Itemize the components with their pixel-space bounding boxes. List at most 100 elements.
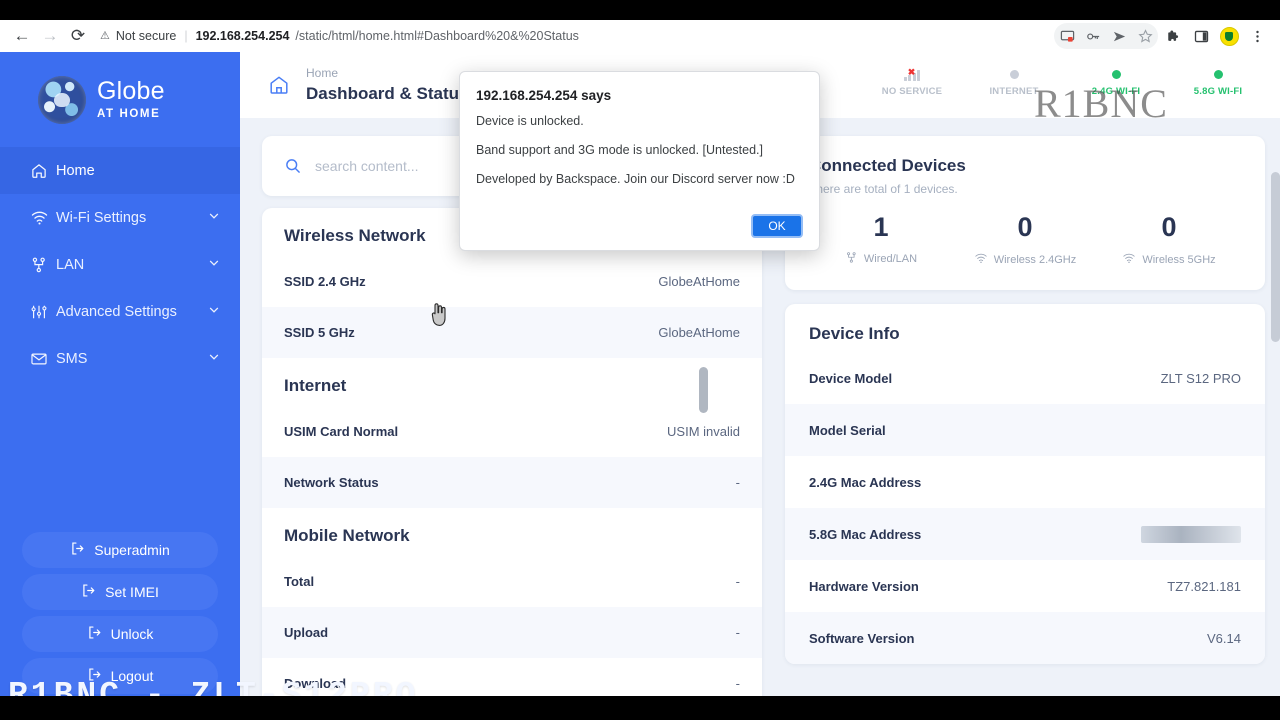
status-label: 2.4G WI-FI (1091, 86, 1141, 97)
brand-logo-block: Globe AT HOME (0, 52, 240, 147)
row-key: USIM Card Normal (284, 424, 399, 439)
lan-icon (845, 251, 858, 267)
globe-logo-icon (38, 75, 86, 124)
status-dot (1111, 70, 1121, 79)
scrollbar-thumb[interactable] (1271, 172, 1280, 342)
password-key-icon[interactable] (1080, 23, 1106, 49)
forward-arrow-icon[interactable]: → (36, 22, 64, 50)
not-secure-warning-icon: ⚠ (100, 29, 110, 42)
url-host: 192.168.254.254 (195, 29, 290, 43)
wifi-icon (1122, 251, 1136, 268)
brand-name: Globe (97, 76, 165, 105)
row-value: GlobeAtHome (658, 274, 740, 289)
set-imei-button[interactable]: Set IMEI (22, 574, 218, 610)
table-row: SSID 2.4 GHz GlobeAtHome (262, 256, 762, 307)
status-label: INTERNET (989, 86, 1039, 97)
device-stat-wired: 1 Wired/LAN (809, 212, 953, 268)
status-label: NO SERVICE (881, 86, 943, 97)
sidebar-item-sms[interactable]: SMS (0, 335, 240, 382)
table-row: 2.4G Mac Address (785, 456, 1265, 508)
sliders-icon (30, 303, 56, 321)
superadmin-button[interactable]: Superadmin (22, 532, 218, 568)
sidebar-item-wifi-settings[interactable]: Wi-Fi Settings (0, 194, 240, 241)
table-row: Network Status - (262, 457, 762, 508)
status-wifi-24g: 2.4G WI-FI (1078, 70, 1154, 97)
button-label: Superadmin (94, 542, 170, 558)
row-value: ZLT S12 PRO (1160, 370, 1241, 386)
table-row: Device Model ZLT S12 PRO (785, 352, 1265, 404)
button-label: Logout (110, 668, 154, 684)
dialog-line: Developed by Backspace. Join our Discord… (476, 171, 795, 186)
chevron-down-icon (208, 351, 220, 367)
row-key: Hardware Version (809, 578, 919, 594)
address-bar[interactable]: ⚠ Not secure | 192.168.254.254/static/ht… (100, 24, 1048, 48)
table-row: Upload - (262, 607, 762, 658)
stat-count: 0 (1017, 212, 1033, 242)
table-row: Total - (262, 556, 762, 607)
chevron-down-icon (208, 257, 220, 273)
device-stat-wireless-5: 0 Wireless 5GHz (1097, 212, 1241, 268)
breadcrumb[interactable]: Home (306, 66, 468, 80)
extensions-puzzle-icon[interactable] (1160, 23, 1186, 49)
logout-arrow-icon (81, 583, 96, 601)
status-wifi-58g: 5.8G WI-FI (1180, 70, 1256, 97)
scrollbar-thumb[interactable] (699, 367, 708, 413)
sidebar-item-label: SMS (56, 350, 88, 367)
row-key: SSID 5 GHz (284, 325, 355, 340)
logout-arrow-icon (87, 625, 102, 643)
row-key: Download (284, 676, 347, 691)
row-key: Network Status (284, 475, 379, 490)
sidebar-item-home[interactable]: Home (0, 147, 240, 194)
sidebar-item-lan[interactable]: LAN (0, 241, 240, 288)
side-panel-icon[interactable] (1188, 23, 1214, 49)
row-value: V6.14 (1207, 630, 1241, 646)
right-column: Connected Devices There are total of 1 d… (785, 136, 1265, 696)
table-row: Download - (262, 658, 762, 696)
table-row: Software Version V6.14 (785, 612, 1265, 664)
table-row: Hardware Version TZ7.821.181 (785, 560, 1265, 612)
table-row: 5.8G Mac Address (785, 508, 1265, 560)
row-value: - (735, 574, 740, 589)
wireless-network-card: Wireless Network SSID 2.4 GHz GlobeAtHom… (262, 208, 762, 696)
device-stat-wireless-24: 0 Wireless 2.4GHz (953, 212, 1097, 268)
sidebar-action-buttons: Superadmin Set IMEI Unlock Logout (0, 532, 240, 696)
unlock-button[interactable]: Unlock (22, 616, 218, 652)
reload-icon[interactable]: ⟳ (64, 22, 92, 50)
send-icon[interactable] (1106, 23, 1132, 49)
stat-label: Wired/LAN (863, 253, 918, 265)
row-key: Total (284, 574, 315, 589)
logout-arrow-icon (70, 541, 85, 559)
button-label: Unlock (110, 626, 154, 642)
browser-window: ← → ⟳ ⚠ Not secure | 192.168.254.254/sta… (0, 20, 1280, 696)
profile-avatar-icon[interactable] (1216, 23, 1242, 49)
stat-count: 0 (1161, 212, 1177, 242)
sidebar: Globe AT HOME Home Wi-Fi Settings LAN Ad… (0, 52, 240, 696)
sidebar-item-advanced-settings[interactable]: Advanced Settings (0, 288, 240, 335)
bookmark-star-icon[interactable] (1132, 23, 1158, 49)
dialog-ok-button[interactable]: OK (751, 214, 803, 238)
search-icon (284, 157, 302, 175)
stat-label: Wireless 2.4GHz (993, 253, 1077, 266)
lan-icon (30, 256, 56, 274)
status-dot (1009, 70, 1019, 79)
left-panel-scrollbar[interactable] (699, 302, 708, 462)
row-key: Device Model (809, 370, 893, 386)
table-row: USIM Card Normal USIM invalid (262, 406, 762, 457)
row-key: Upload (284, 625, 329, 640)
row-value: - (735, 475, 740, 490)
envelope-icon (30, 350, 56, 368)
toolbar-icon-group (1054, 23, 1272, 49)
back-arrow-icon[interactable]: ← (8, 22, 36, 50)
table-row: SSID 5 GHz GlobeAtHome (262, 307, 762, 358)
chrome-menu-icon[interactable] (1244, 23, 1270, 49)
media-cast-icon[interactable] (1054, 23, 1080, 49)
card-subtitle: There are total of 1 devices. (809, 182, 958, 196)
row-key: Model Serial (809, 422, 886, 438)
dialog-line: Band support and 3G mode is unlocked. [U… (476, 142, 763, 157)
connected-devices-card: Connected Devices There are total of 1 d… (785, 136, 1265, 290)
logout-button[interactable]: Logout (22, 658, 218, 694)
table-row: Model Serial (785, 404, 1265, 456)
page-scrollbar[interactable] (1271, 52, 1280, 696)
dialog-title: 192.168.254.254 says (476, 88, 612, 103)
card-title: Connected Devices (809, 156, 966, 175)
